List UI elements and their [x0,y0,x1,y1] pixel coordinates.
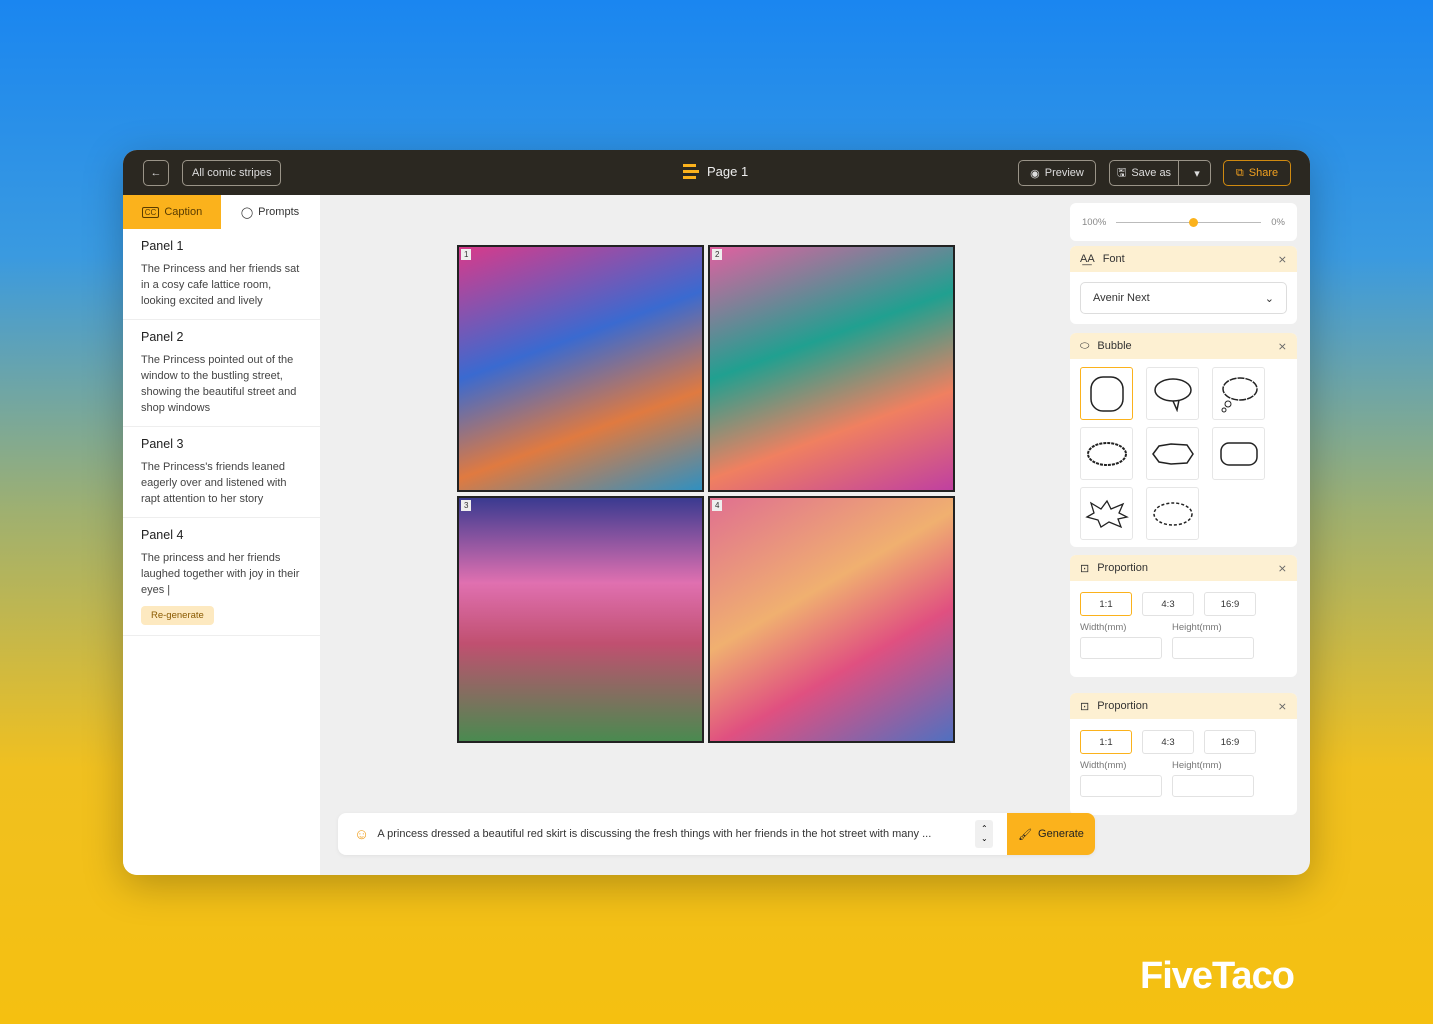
width-input[interactable] [1080,637,1162,659]
menu-icon [683,164,699,179]
save-as-button[interactable]: 🖫 Save as [1110,161,1179,185]
panel-title: Panel 2 [141,330,184,344]
ratio-16-9[interactable]: 16:9 [1204,592,1256,616]
app-window: ← All comic stripes Page 1 ◉ Preview 🖫 Sav… [123,150,1310,875]
ratio-1-1[interactable]: 1:1 [1080,730,1132,754]
ratio-icon: ⊡ [1080,562,1090,575]
slider-handle[interactable] [1188,217,1198,227]
ratio-16-9[interactable]: 16:9 [1204,730,1256,754]
save-as-group: 🖫 Save as ▾ [1109,160,1211,186]
font-select[interactable]: Avenir Next ⌄ [1080,282,1287,314]
opacity-slider[interactable] [1116,217,1262,227]
caption-panel-4[interactable]: Panel 4 The princess and her friends laug… [123,518,320,636]
height-input[interactable] [1172,637,1254,659]
caption-panel-3[interactable]: Panel 3 The Princess's friends leaned eag… [123,427,320,518]
panel-caption: The Princess's friends leaned eagerly ov… [141,461,287,505]
collapse-icon[interactable]: ⨯ [1278,253,1287,266]
top-bar: ← All comic stripes Page 1 ◉ Preview 🖫 Sav… [123,150,1310,195]
panel-title: Panel 4 [141,528,184,542]
prompt-input[interactable]: A princess dressed a beautiful red skirt… [377,828,967,840]
brush-icon: 🖌 [1018,828,1033,841]
height-input[interactable] [1172,775,1254,797]
panel-caption: The Princess pointed out of the window t… [141,354,297,414]
sidebar: CC Caption ◯ Prompts Panel 1 The Princess a… [123,195,320,875]
tab-caption[interactable]: CC Caption [123,195,221,229]
caption-panel-1[interactable]: Panel 1 The Princess and her friends sat … [123,229,320,320]
save-dropdown-button[interactable]: ▾ [1184,167,1210,180]
bubble-dashed[interactable] [1146,487,1199,540]
share-icon: ⧉ [1235,166,1244,179]
ai-prompt-icon: ☺ [354,825,370,843]
bubble-burst[interactable] [1080,487,1133,540]
cc-icon: CC [141,206,160,218]
eye-icon: ◉ [1030,167,1040,180]
proportion-section-2: ⊡ Proportion ⨯ 1:1 4:3 16:9 Width(mm) Height(… [1070,693,1297,815]
panel-caption[interactable]: The princess and her friends laughed tog… [141,550,302,598]
bubble-thought[interactable] [1212,367,1265,420]
bubble-rounded[interactable] [1080,367,1133,420]
comic-panel-1[interactable]: 1 [457,245,704,492]
bubble-cloud[interactable] [1080,427,1133,480]
prompt-icon: ◯ [240,206,254,219]
page-title[interactable]: Page 1 [683,164,748,179]
brand-logo: FiveTaco [1140,955,1295,997]
ratio-4-3[interactable]: 4:3 [1142,592,1194,616]
comic-panel-2[interactable]: 2 [708,245,955,492]
opacity-slider-card: 100% 0% [1070,203,1297,241]
proportion-section-1: ⊡ Proportion ⨯ 1:1 4:3 16:9 Width(mm) Height(… [1070,555,1297,677]
comic-panel-4[interactable]: 4 [708,496,955,743]
regenerate-button[interactable]: Re-generate [141,606,214,625]
bubble-speech[interactable] [1146,367,1199,420]
chevron-down-icon: ⌄ [1264,292,1274,305]
preview-button[interactable]: ◉ Preview [1018,160,1096,186]
caption-panel-2[interactable]: Panel 2 The Princess pointed out of the w… [123,320,320,427]
ratio-icon: ⊡ [1080,700,1090,713]
save-icon: 🖫 [1116,166,1127,179]
panel-title: Panel 1 [141,239,184,253]
ratio-4-3[interactable]: 4:3 [1142,730,1194,754]
panel-title: Panel 3 [141,437,184,451]
bubble-section: ⬭ Bubble ⨯ [1070,333,1297,547]
collapse-icon[interactable]: ⨯ [1278,340,1287,353]
comic-panel-3[interactable]: 3 [457,496,704,743]
all-comics-button[interactable]: All comic stripes [182,160,282,186]
comic-page: 1 2 3 4 [457,245,955,743]
generate-button[interactable]: 🖌 Generate [1007,813,1095,855]
ratio-1-1[interactable]: 1:1 [1080,592,1132,616]
share-button[interactable]: ⧉ Share [1223,160,1291,186]
arrow-left-icon: ← [150,167,162,179]
font-icon: A͟A [1080,253,1095,265]
prompt-stepper[interactable]: ⌃ ⌄ [975,820,994,848]
width-input[interactable] [1080,775,1162,797]
collapse-icon[interactable]: ⨯ [1278,562,1287,575]
bubble-rect[interactable] [1212,427,1265,480]
collapse-icon[interactable]: ⨯ [1278,700,1287,713]
prompt-bar: ☺ A princess dressed a beautiful red ski… [338,813,1095,855]
back-button[interactable]: ← [143,160,169,186]
bubble-jagged[interactable] [1146,427,1199,480]
panel-caption: The Princess and her friends sat in a co… [141,263,300,307]
tab-prompts[interactable]: ◯ Prompts [221,195,319,229]
font-section: A͟A Font ⨯ Avenir Next ⌄ [1070,246,1297,324]
bubble-icon: ⬭ [1080,339,1090,352]
